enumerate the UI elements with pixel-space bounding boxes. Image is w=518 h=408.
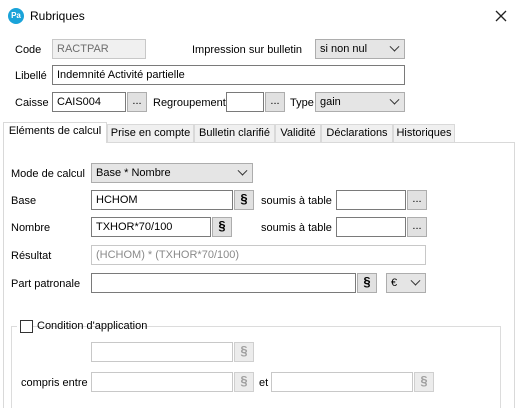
nombre-table-lookup-button[interactable]: ... xyxy=(407,217,427,237)
type-label: Type xyxy=(290,97,314,109)
nombre-table-field[interactable] xyxy=(336,217,406,237)
et-label: et xyxy=(259,377,269,389)
chevron-down-icon xyxy=(389,41,400,52)
nombre-field[interactable]: TXHOR*70/100 xyxy=(91,217,211,237)
chevron-down-icon xyxy=(237,165,248,176)
app-icon: Pa xyxy=(8,8,24,24)
currency-select[interactable]: € xyxy=(386,273,426,293)
close-icon[interactable] xyxy=(490,5,512,27)
chevron-down-icon xyxy=(389,94,400,105)
code-label: Code xyxy=(15,44,42,56)
tab-historiques[interactable]: Historiques xyxy=(393,124,455,143)
condition-formula-button: § xyxy=(234,342,254,362)
base-table-label: soumis à table xyxy=(261,195,332,207)
mode-value: Base * Nombre xyxy=(96,167,171,179)
code-field[interactable]: RACTPAR xyxy=(52,39,146,59)
mode-label: Mode de calcul xyxy=(11,168,85,180)
chevron-down-icon xyxy=(410,275,421,286)
resultat-label: Résultat xyxy=(11,250,52,262)
window-title: Rubriques xyxy=(30,9,85,23)
type-value: gain xyxy=(320,96,341,108)
regroupement-label: Regroupement xyxy=(153,97,226,109)
part-field[interactable] xyxy=(91,273,356,293)
tab-bulletin-clarifie[interactable]: Bulletin clarifié xyxy=(194,124,275,143)
caisse-lookup-button[interactable]: ... xyxy=(127,92,147,112)
base-formula-button[interactable]: § xyxy=(234,190,254,210)
condition-field xyxy=(91,342,233,362)
condition-group xyxy=(11,326,501,408)
tab-prise-en-compte[interactable]: Prise en compte xyxy=(107,124,194,143)
regroupement-field[interactable] xyxy=(226,92,264,112)
type-select[interactable]: gain xyxy=(315,92,405,112)
mode-select[interactable]: Base * Nombre xyxy=(91,163,253,183)
resultat-field: (HCHOM) * (TXHOR*70/100) xyxy=(91,245,426,265)
libelle-label: Libellé xyxy=(15,70,47,82)
nombre-label: Nombre xyxy=(11,222,51,234)
tab-validite[interactable]: Validité xyxy=(275,124,321,143)
title-bar: Pa Rubriques xyxy=(0,0,518,32)
compris-to-field xyxy=(271,372,413,392)
caisse-label: Caisse xyxy=(15,97,49,109)
regroupement-lookup-button[interactable]: ... xyxy=(265,92,285,112)
base-field[interactable]: HCHOM xyxy=(91,190,233,210)
nombre-table-label: soumis à table xyxy=(261,222,332,234)
nombre-formula-button[interactable]: § xyxy=(212,217,232,237)
condition-header: Condition d'application xyxy=(17,319,147,333)
impression-select[interactable]: si non nul xyxy=(315,39,405,59)
part-label: Part patronale xyxy=(11,278,81,290)
currency-value: € xyxy=(391,277,398,289)
part-formula-button[interactable]: § xyxy=(357,273,377,293)
compris-label: compris entre xyxy=(21,377,88,389)
caisse-field[interactable]: CAIS004 xyxy=(52,92,126,112)
base-table-lookup-button[interactable]: ... xyxy=(407,190,427,210)
impression-value: si non nul xyxy=(320,43,368,55)
condition-checkbox[interactable] xyxy=(20,320,33,333)
tab-declarations[interactable]: Déclarations xyxy=(321,124,393,143)
impression-label: Impression sur bulletin xyxy=(192,44,303,56)
tab-elements-de-calcul[interactable]: Eléments de calcul xyxy=(3,122,107,143)
compris-from-formula-button: § xyxy=(234,372,254,392)
base-label: Base xyxy=(11,195,37,207)
condition-label: Condition d'application xyxy=(37,320,148,332)
compris-to-formula-button: § xyxy=(414,372,434,392)
libelle-field[interactable]: Indemnité Activité partielle xyxy=(52,65,405,85)
base-table-field[interactable] xyxy=(336,190,406,210)
compris-from-field xyxy=(91,372,233,392)
